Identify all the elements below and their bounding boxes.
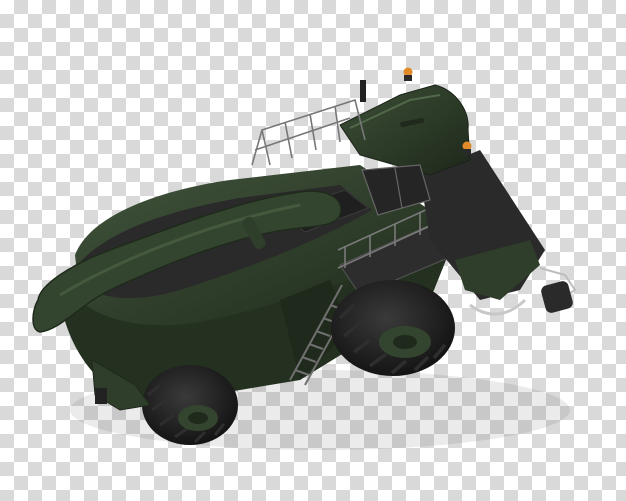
- front-light-box: [95, 388, 107, 404]
- cab-roof: [339, 84, 471, 176]
- rear-wheel: [331, 280, 455, 376]
- rear-bumper-chrome: [469, 298, 527, 316]
- transparency-checkerboard-background: [0, 0, 626, 501]
- rear-hitch-block: [541, 281, 573, 313]
- warning-light-rear-base: [463, 149, 471, 155]
- harvester-illustration: [32, 67, 577, 450]
- warning-light-front-base: [404, 75, 412, 81]
- front-wheel: [142, 365, 238, 445]
- mirror-arm: [360, 80, 366, 102]
